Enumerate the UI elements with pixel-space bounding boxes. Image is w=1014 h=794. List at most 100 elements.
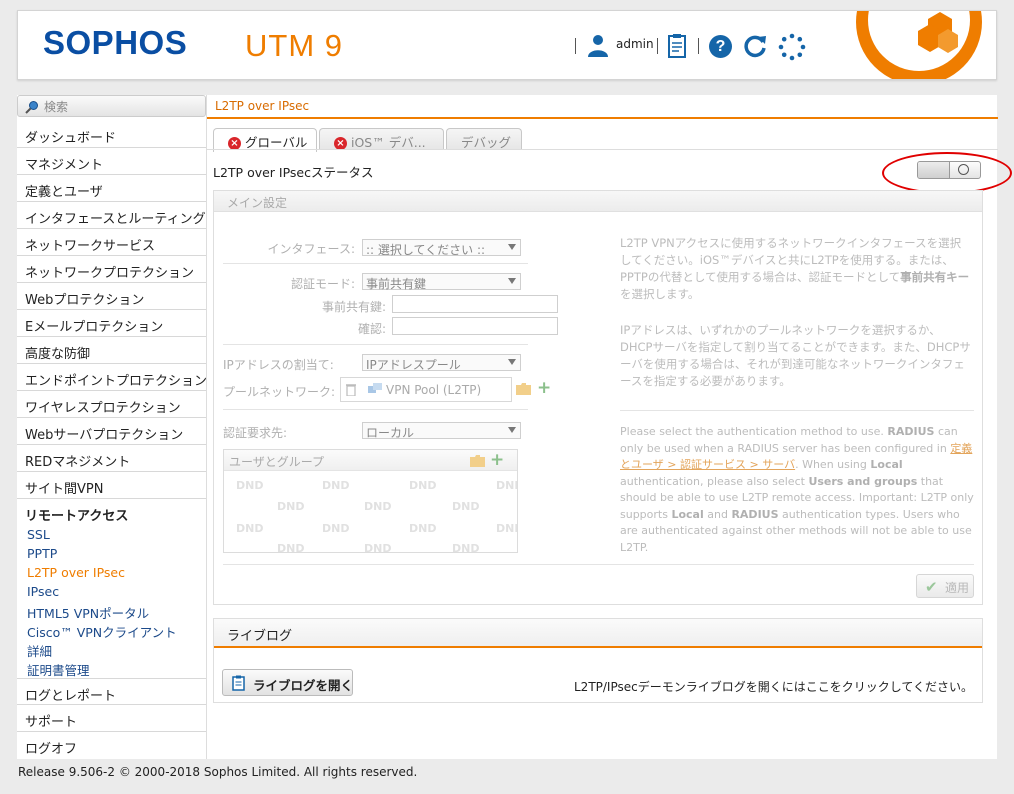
trash-icon[interactable] — [346, 383, 356, 396]
ip-assign-select[interactable]: IPアドレスプール — [362, 354, 521, 372]
apply-button[interactable]: ✔ 適用 — [916, 574, 974, 598]
sidebar-item-logoff[interactable]: ログオフ — [17, 732, 206, 759]
divider — [223, 263, 528, 264]
chevron-down-icon — [508, 278, 516, 284]
interface-select[interactable]: :: 選択してください :: — [362, 239, 521, 257]
sidebar-item-management[interactable]: マネジメント — [17, 148, 206, 175]
psk-confirm-input[interactable] — [392, 317, 558, 335]
sidebar-subitem-cisco-vpn[interactable]: Cisco™ VPNクライアント — [27, 622, 177, 641]
chevron-down-icon — [508, 427, 516, 433]
users-groups-title: ユーザとグループ — [229, 455, 325, 469]
sidebar-item-site-to-site-vpn[interactable]: サイト間VPN — [17, 472, 206, 499]
sidebar-subitem-advanced[interactable]: 詳細 — [27, 641, 52, 660]
sidebar-item-remote-access[interactable]: リモートアクセス — [17, 499, 206, 526]
status-label: L2TP over IPsecステータス — [213, 165, 374, 180]
sidebar-subitem-l2tp[interactable]: L2TP over IPsec — [27, 565, 125, 580]
sidebar-item-network-services[interactable]: ネットワークサービス — [17, 229, 206, 256]
network-icon — [368, 383, 382, 393]
dnd-watermark: DND — [496, 479, 517, 492]
search-input[interactable]: 検索 — [17, 95, 206, 117]
live-log-panel: ライブログ ライブログを開く L2TP/IPsecデーモンライブログを開くにはこ… — [213, 618, 983, 703]
dnd-watermark: DND — [277, 542, 305, 553]
dnd-watermark: DND — [364, 542, 392, 553]
folder-icon[interactable] — [516, 383, 531, 395]
sidebar-item-endpoint-protection[interactable]: エンドポイントプロテクション — [17, 364, 207, 391]
sidebar: 検索 ダッシュボード マネジメント 定義とユーザ インタフェースとルーティング … — [17, 95, 207, 759]
sophos-logo: SOPHOS — [43, 24, 188, 61]
dnd-watermark: DND — [409, 479, 437, 492]
chevron-down-icon — [508, 244, 516, 250]
sidebar-subitem-certificates[interactable]: 証明書管理 — [27, 660, 90, 679]
pool-network-field[interactable]: VPN Pool (L2TP) — [340, 377, 512, 402]
header-divider — [698, 38, 699, 54]
tab-label: iOS™ デバ... — [351, 135, 426, 150]
add-icon[interactable]: + — [537, 378, 551, 398]
sidebar-subitem-html5-vpn[interactable]: HTML5 VPNポータル — [27, 603, 149, 622]
sidebar-item-network-protection[interactable]: ネットワークプロテクション — [17, 256, 206, 283]
reload-icon[interactable] — [742, 33, 768, 59]
sidebar-subitem-ipsec[interactable]: IPsec — [27, 584, 59, 599]
clipboard-icon[interactable] — [667, 33, 689, 59]
auth-mode-select[interactable]: 事前共有鍵 — [362, 273, 521, 291]
psk-label: 事前共有鍵: — [321, 300, 386, 314]
add-icon[interactable]: + — [490, 450, 504, 470]
sidebar-subitem-pptp[interactable]: PPTP — [27, 546, 57, 561]
dnd-watermark: DND — [452, 500, 480, 513]
tab-label: デバッグ — [461, 135, 512, 150]
hexagon-logo-icon — [918, 12, 958, 53]
dnd-watermark: DND — [236, 522, 264, 535]
sidebar-item-support[interactable]: サポート — [17, 705, 206, 732]
panel-title: メイン設定 — [214, 191, 982, 212]
tab-debug[interactable]: デバッグ — [446, 128, 522, 150]
open-live-log-label: ライブログを開く — [253, 678, 354, 693]
auth-mode-label: 認証モード: — [290, 277, 355, 291]
interface-select-value: :: 選択してください :: — [366, 243, 486, 257]
divider — [223, 409, 528, 410]
ip-assign-label: IPアドレスの割当て: — [223, 358, 334, 372]
main-content: L2TP over IPsec × グローバル × iOS™ デバ... デバッグ … — [206, 95, 1012, 759]
sidebar-item-advanced-protection[interactable]: 高度な防御 — [17, 337, 206, 364]
divider — [620, 410, 974, 411]
auth-via-select[interactable]: ローカル — [362, 422, 521, 440]
tab-divider — [207, 149, 998, 150]
auth-mode-value: 事前共有鍵 — [366, 277, 427, 291]
search-icon — [25, 101, 38, 114]
sidebar-item-definitions-users[interactable]: 定義とユーザ — [17, 175, 206, 202]
confirm-label: 確認: — [357, 322, 386, 336]
tab-label: グローバル — [245, 135, 308, 150]
psk-input[interactable] — [392, 295, 558, 313]
tab-ios-devices[interactable]: × iOS™ デバ... — [319, 128, 444, 150]
open-live-log-button[interactable]: ライブログを開く — [222, 669, 353, 696]
dnd-watermark: DND — [364, 500, 392, 513]
breadcrumb: L2TP over IPsec — [207, 95, 998, 119]
apply-label: 適用 — [945, 581, 970, 595]
sidebar-item-email-protection[interactable]: Eメールプロテクション — [17, 310, 206, 337]
folder-icon[interactable] — [470, 455, 485, 467]
users-groups-box[interactable]: ユーザとグループ + DND DND DND DND DND DND DND D… — [223, 449, 518, 553]
divider — [223, 564, 974, 565]
product-name: UTM 9 — [245, 28, 343, 63]
sidebar-subitem-ssl[interactable]: SSL — [27, 527, 50, 542]
sidebar-item-dashboard[interactable]: ダッシュボード — [17, 121, 206, 148]
header-divider — [657, 38, 658, 54]
search-placeholder: 検索 — [44, 100, 69, 114]
user-icon[interactable] — [586, 33, 610, 57]
admin-username[interactable]: admin — [616, 37, 654, 51]
log-icon — [232, 675, 245, 691]
dnd-watermark: DND — [452, 542, 480, 553]
sidebar-item-wireless-protection[interactable]: ワイヤレスプロテクション — [17, 391, 206, 418]
dnd-watermark: DND — [496, 522, 517, 535]
help-icon[interactable]: ? — [709, 35, 732, 58]
users-groups-header: ユーザとグループ + — [224, 450, 517, 471]
divider — [223, 344, 528, 345]
help-text-auth: Please select the authentication method … — [620, 425, 974, 554]
pool-network-value: VPN Pool (L2TP) — [386, 383, 482, 397]
sidebar-item-interfaces-routing[interactable]: インタフェースとルーティング — [17, 202, 206, 229]
sidebar-item-logs-reports[interactable]: ログとレポート — [17, 678, 206, 705]
dnd-watermark: DND — [322, 522, 350, 535]
sidebar-item-red-management[interactable]: REDマネジメント — [17, 445, 206, 472]
check-icon: ✔ — [925, 578, 938, 596]
dnd-watermark: DND — [322, 479, 350, 492]
sidebar-item-web-protection[interactable]: Webプロテクション — [17, 283, 206, 310]
sidebar-item-webserver-protection[interactable]: Webサーバプロテクション — [17, 418, 206, 445]
